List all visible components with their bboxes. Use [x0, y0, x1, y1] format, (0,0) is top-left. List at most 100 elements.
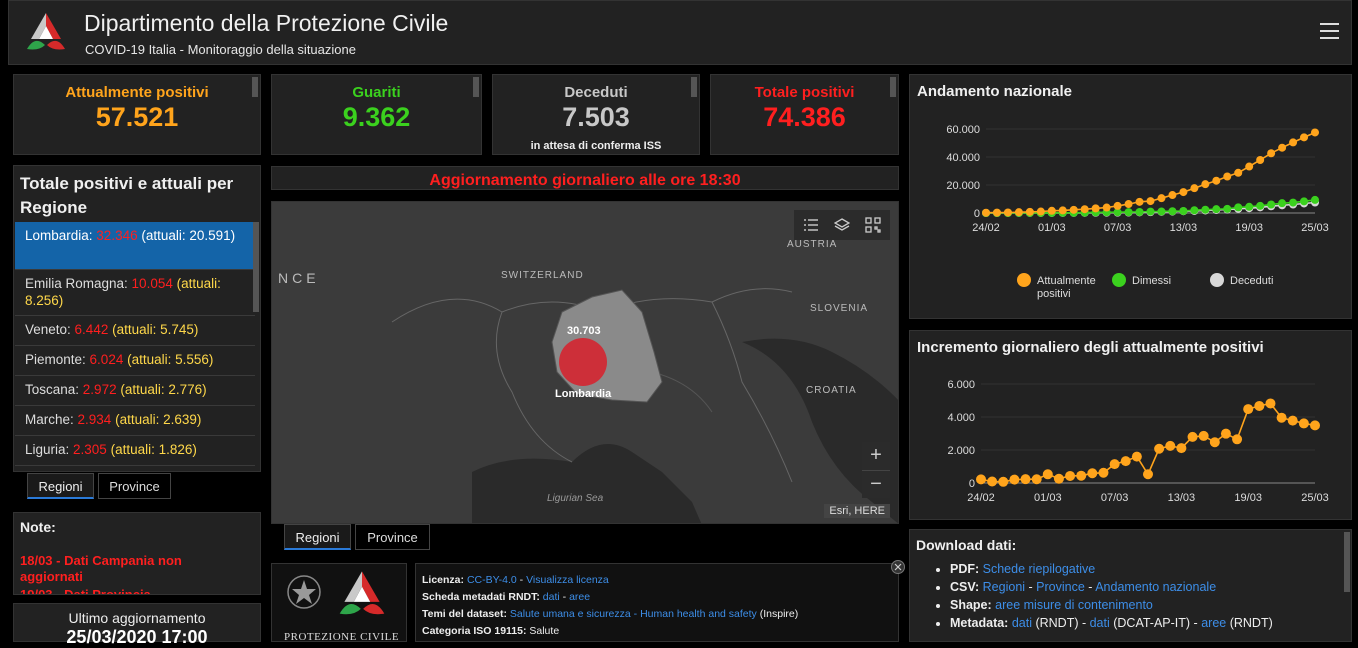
data-point[interactable] [1168, 207, 1177, 216]
data-point[interactable] [1143, 469, 1153, 480]
data-point[interactable] [1069, 205, 1078, 214]
data-point[interactable] [1124, 200, 1133, 209]
data-point[interactable] [1157, 207, 1166, 216]
metadati-dati-link[interactable]: dati [543, 591, 560, 603]
region-item[interactable]: Emilia Romagna: 10.054 (attuali: 8.256) [15, 270, 255, 316]
zoom-out-button[interactable]: − [862, 470, 890, 498]
data-point[interactable] [1031, 474, 1042, 485]
data-point[interactable] [1146, 197, 1155, 206]
data-point[interactable] [1209, 437, 1220, 448]
tab-province[interactable]: Province [355, 524, 430, 550]
data-point[interactable] [1053, 473, 1064, 484]
download-link[interactable]: Province [1036, 580, 1085, 594]
data-point[interactable] [1310, 420, 1320, 431]
data-point[interactable] [1287, 415, 1298, 426]
region-list-scrollbar[interactable] [253, 222, 259, 312]
data-point[interactable] [1267, 149, 1276, 158]
data-point[interactable] [1265, 398, 1276, 409]
region-item[interactable]: Toscana: 2.972 (attuali: 2.776) [15, 376, 255, 406]
zoom-in-button[interactable]: + [862, 442, 890, 470]
qr-code-icon[interactable] [865, 217, 881, 233]
tab-province[interactable]: Province [98, 473, 171, 499]
data-point[interactable] [1223, 204, 1232, 213]
download-link[interactable]: dati [1090, 616, 1110, 630]
layers-icon[interactable] [834, 217, 850, 233]
data-point[interactable] [1025, 207, 1034, 216]
data-point[interactable] [1124, 208, 1133, 217]
data-point[interactable] [1131, 451, 1142, 462]
data-point[interactable] [1300, 197, 1309, 206]
data-point[interactable] [1120, 456, 1131, 467]
data-point[interactable] [1212, 205, 1221, 214]
data-point[interactable] [1113, 201, 1122, 210]
data-point[interactable] [1157, 194, 1166, 203]
data-point[interactable] [1047, 206, 1056, 215]
data-point[interactable] [998, 476, 1009, 487]
data-point[interactable] [1212, 176, 1221, 185]
tab-regioni[interactable]: Regioni [284, 524, 351, 550]
data-point[interactable] [976, 474, 986, 485]
data-point[interactable] [1223, 172, 1232, 181]
data-point[interactable] [1311, 128, 1319, 137]
map-canvas[interactable] [272, 202, 899, 524]
data-point[interactable] [1234, 203, 1243, 212]
data-point[interactable] [1267, 200, 1276, 209]
data-point[interactable] [1003, 208, 1012, 217]
data-point[interactable] [1080, 205, 1089, 214]
visualizza-licenza-link[interactable]: Visualizza licenza [526, 574, 609, 586]
card-scrollbar[interactable] [691, 77, 697, 97]
expand-icon[interactable] [891, 560, 905, 574]
data-point[interactable] [1176, 443, 1187, 454]
card-scrollbar[interactable] [473, 77, 479, 97]
data-point[interactable] [1278, 143, 1287, 152]
data-point[interactable] [1042, 469, 1053, 480]
card-scrollbar[interactable] [890, 77, 896, 97]
data-point[interactable] [1165, 440, 1176, 451]
data-point[interactable] [1168, 191, 1177, 200]
data-point[interactable] [1098, 467, 1109, 478]
download-scrollbar[interactable] [1344, 532, 1350, 592]
data-point[interactable] [1243, 404, 1254, 415]
data-point[interactable] [1256, 155, 1265, 164]
legend-list-icon[interactable] [803, 217, 819, 233]
data-point[interactable] [1245, 162, 1254, 171]
region-item[interactable]: Lombardia: 32.346 (attuali: 20.591) [15, 222, 255, 270]
card-scrollbar[interactable] [252, 77, 258, 97]
data-point[interactable] [1076, 470, 1087, 481]
download-link[interactable]: Regioni [983, 580, 1025, 594]
data-point[interactable] [1234, 168, 1243, 177]
temi-link[interactable]: Salute umana e sicurezza - Human health … [510, 608, 757, 620]
data-point[interactable] [1020, 474, 1031, 485]
data-point[interactable] [1102, 203, 1111, 212]
data-point[interactable] [1154, 443, 1165, 454]
data-point[interactable] [1198, 430, 1209, 441]
data-point[interactable] [1135, 207, 1144, 216]
data-point[interactable] [1254, 400, 1265, 411]
map-panel[interactable]: NCE SWITZERLAND AUSTRIA SLOVENIA CROATIA… [271, 201, 899, 524]
region-item[interactable]: Piemonte: 6.024 (attuali: 5.556) [15, 346, 255, 376]
data-point[interactable] [1087, 468, 1098, 479]
region-item[interactable]: Liguria: 2.305 (attuali: 1.826) [15, 436, 255, 466]
data-point[interactable] [992, 208, 1001, 217]
data-point[interactable] [1300, 133, 1309, 142]
data-point[interactable] [1190, 206, 1199, 215]
download-link[interactable]: aree [1201, 616, 1226, 630]
data-point[interactable] [1201, 205, 1210, 214]
data-point[interactable] [1058, 206, 1067, 215]
data-point[interactable] [1256, 201, 1265, 210]
data-point[interactable] [1289, 138, 1298, 147]
licenza-cc-link[interactable]: CC-BY-4.0 [467, 574, 517, 586]
data-point[interactable] [1187, 431, 1198, 442]
region-item[interactable]: Veneto: 6.442 (attuali: 5.745) [15, 316, 255, 346]
data-point[interactable] [1289, 198, 1298, 207]
data-point[interactable] [1201, 180, 1210, 189]
data-point[interactable] [1278, 199, 1287, 208]
data-point[interactable] [1179, 188, 1188, 197]
data-point[interactable] [1109, 459, 1120, 470]
tab-regioni[interactable]: Regioni [27, 473, 94, 499]
data-point[interactable] [987, 476, 998, 487]
data-point[interactable] [1146, 207, 1155, 216]
metadati-aree-link[interactable]: aree [569, 591, 590, 603]
data-point[interactable] [1179, 206, 1188, 215]
data-point[interactable] [1311, 195, 1319, 204]
